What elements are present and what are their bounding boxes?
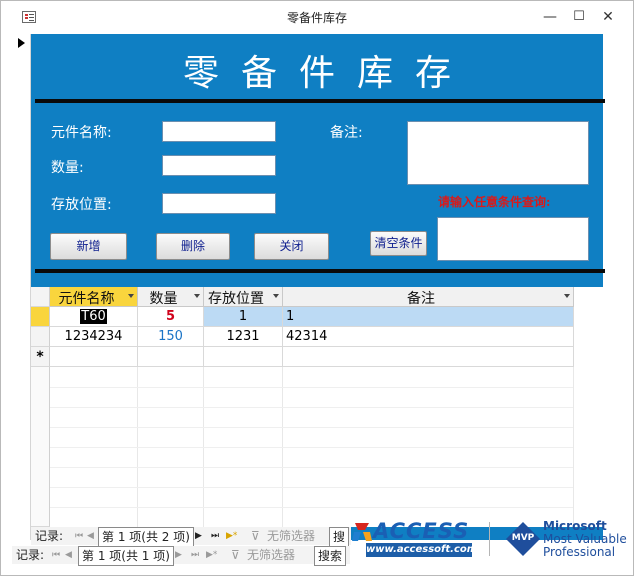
main-navigation-bar: 记录: ⏮ ◀ 第 1 项(共 1 项) ▶ ⏭ ▶* ⊽ 无筛选器 搜索: [12, 546, 350, 566]
form-app-icon[interactable]: [22, 11, 36, 23]
table-cell-quantity[interactable]: 5: [138, 307, 204, 327]
query-hint-text: 请输入任意条件查询:: [438, 195, 551, 209]
column-header-label: 元件名称: [58, 291, 115, 307]
dropdown-arrow-icon[interactable]: [273, 294, 279, 298]
search-box[interactable]: 搜索: [314, 546, 347, 566]
grid-line: [50, 427, 573, 428]
first-record-icon[interactable]: ⏮: [52, 546, 60, 564]
table-cell-remark[interactable]: 42314: [283, 327, 574, 347]
access-logo-url: www.accessoft.com: [366, 543, 478, 557]
bottom-divider: [35, 269, 605, 273]
grid-line: [50, 467, 573, 468]
grid-line: [50, 387, 573, 388]
subform-navigation-bar: 记录: ⏮ ◀ 第 1 项(共 2 项) ▶ ⏭ ▶* ⊽ 无筛选器 搜: [31, 527, 351, 547]
new-row-cell[interactable]: [50, 347, 138, 367]
row-selector-empty: [31, 367, 50, 527]
name-field: [162, 121, 276, 143]
maximize-button[interactable]: ☐: [564, 8, 594, 26]
record-position-input[interactable]: 第 1 项(共 1 项): [78, 546, 174, 566]
new-row-cell[interactable]: [138, 347, 204, 367]
name-input[interactable]: [163, 123, 275, 143]
accessoft-logo: ACCESS www.accessoft.com: [352, 519, 478, 559]
current-record-arrow-icon: [18, 38, 25, 48]
filter-status[interactable]: 无筛选器: [267, 527, 315, 545]
row-selector[interactable]: [31, 327, 50, 347]
grid-line: [50, 407, 573, 408]
delete-button[interactable]: 删除: [156, 233, 230, 260]
cell-text-selected: T60: [80, 309, 107, 324]
logo-separator: [489, 522, 490, 556]
previous-record-icon[interactable]: ◀: [87, 527, 94, 545]
close-button[interactable]: 关闭: [254, 233, 329, 260]
next-record-icon[interactable]: ▶: [195, 527, 202, 545]
new-row-cell[interactable]: [283, 347, 574, 367]
query-input[interactable]: [438, 218, 588, 260]
access-logo-title: ACCESS: [373, 519, 470, 543]
mvp-line-2: Most Valuable: [543, 532, 627, 546]
location-label: 存放位置:: [51, 197, 112, 213]
grid-line: [50, 507, 573, 508]
minimize-button[interactable]: —: [535, 8, 565, 26]
mvp-line-3: Professional: [543, 545, 616, 559]
top-divider: [35, 99, 605, 103]
column-header-label: 备注: [407, 291, 435, 307]
mvp-line-1: Microsoft: [543, 519, 607, 533]
last-record-icon[interactable]: ⏭: [191, 546, 199, 564]
previous-record-icon[interactable]: ◀: [65, 546, 72, 564]
remark-field: [407, 121, 589, 185]
column-header-label: 数量: [149, 291, 178, 307]
remark-label: 备注:: [330, 125, 363, 141]
table-cell-name[interactable]: 1234234: [50, 327, 138, 347]
window-title: 零备件库存: [286, 11, 347, 25]
new-record-marker[interactable]: *: [31, 347, 50, 367]
mvp-badge-text: MVP: [511, 533, 535, 543]
microsoft-mvp-logo: MVP Microsoft Most Valuable Professional: [503, 519, 627, 559]
record-selector-bar[interactable]: [10, 34, 31, 540]
table-cell-remark[interactable]: 1: [283, 307, 574, 327]
filter-funnel-icon[interactable]: ⊽: [231, 546, 240, 564]
quantity-field: [162, 155, 276, 177]
name-label: 元件名称:: [51, 125, 112, 141]
row-selector-current[interactable]: [31, 307, 50, 327]
remark-input[interactable]: [408, 122, 588, 184]
nav-label: 记录:: [35, 529, 64, 543]
add-button[interactable]: 新增: [50, 233, 127, 260]
new-record-icon[interactable]: ▶*: [206, 546, 217, 564]
location-input[interactable]: [163, 195, 275, 215]
column-header-quantity[interactable]: 数量: [138, 287, 204, 307]
search-box[interactable]: 搜: [329, 527, 350, 547]
location-field: [162, 193, 276, 215]
first-record-icon[interactable]: ⏮: [75, 527, 83, 545]
form-heading: 零备件库存: [182, 53, 473, 94]
access-logo-icon: [352, 523, 372, 541]
record-position-input[interactable]: 第 1 项(共 2 项): [98, 527, 194, 547]
next-record-icon[interactable]: ▶: [175, 546, 182, 564]
select-all-cell[interactable]: [31, 287, 50, 307]
new-row-cell[interactable]: [204, 347, 283, 367]
filter-status[interactable]: 无筛选器: [247, 546, 295, 564]
column-header-label: 存放位置: [208, 291, 264, 307]
dropdown-arrow-icon[interactable]: [194, 294, 200, 298]
filter-funnel-icon[interactable]: ⊽: [251, 527, 260, 545]
dropdown-arrow-icon[interactable]: [128, 294, 134, 298]
grid-line: [50, 447, 573, 448]
close-window-button[interactable]: ✕: [593, 8, 623, 26]
grid-line: [50, 487, 573, 488]
clear-conditions-button[interactable]: 清空条件: [370, 231, 427, 256]
column-header-location[interactable]: 存放位置: [204, 287, 283, 307]
quantity-input[interactable]: [163, 157, 275, 177]
column-header-remark[interactable]: 备注: [283, 287, 574, 307]
query-field: [437, 217, 589, 261]
table-cell-location[interactable]: 1231: [204, 327, 283, 347]
table-cell-name[interactable]: T60: [50, 307, 138, 327]
dropdown-arrow-icon[interactable]: [564, 294, 570, 298]
last-record-icon[interactable]: ⏭: [211, 527, 219, 545]
nav-label: 记录:: [16, 548, 45, 562]
table-cell-location[interactable]: 1: [204, 307, 283, 327]
new-record-icon[interactable]: ▶*: [226, 527, 237, 545]
table-cell-quantity[interactable]: 150: [138, 327, 204, 347]
grid-line: [573, 367, 574, 527]
column-header-name[interactable]: 元件名称: [50, 287, 138, 307]
quantity-label: 数量:: [51, 160, 84, 176]
